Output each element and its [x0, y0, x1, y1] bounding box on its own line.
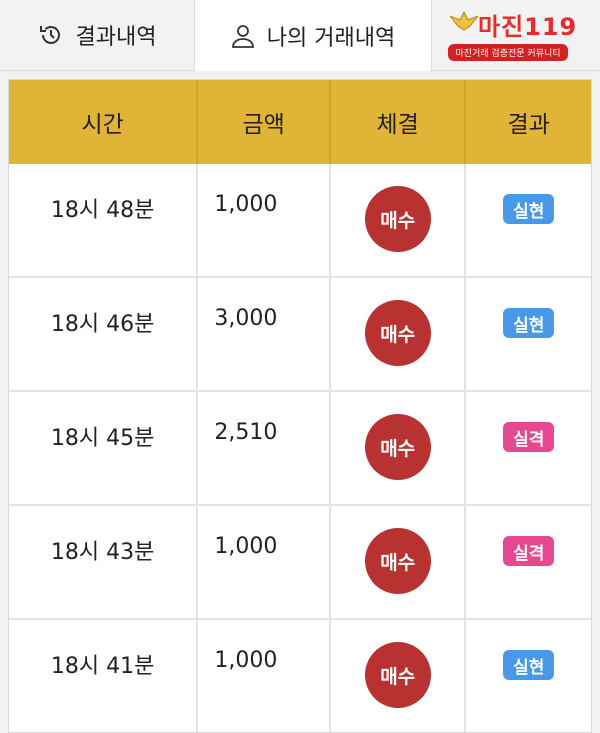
table-row: 18시 45분 2,510 매수 실격	[9, 392, 591, 506]
table-header: 시간 금액 체결 결과	[9, 80, 591, 164]
brand-logo: 마진119 마진거래 검증전문 커뮤니티	[448, 4, 600, 66]
header-time: 시간	[9, 80, 199, 164]
history-icon	[39, 26, 60, 44]
time-cell: 18시 45분	[9, 392, 199, 504]
table-row: 18시 46분 3,000 매수 실현	[9, 278, 591, 392]
table-row: 18시 48분 1,000 매수 실현	[9, 164, 591, 278]
buy-badge: 매수	[364, 528, 431, 594]
amount-cell: 2,510	[198, 392, 331, 504]
result-badge: 실격	[503, 536, 555, 566]
result-badge: 실현	[503, 194, 555, 224]
table-row: 18시 43분 1,000 매수 실격	[9, 506, 591, 620]
user-icon	[231, 24, 254, 48]
time-cell: 18시 46분	[9, 278, 199, 390]
result-badge: 실현	[503, 308, 555, 338]
header-result: 결과	[507, 112, 550, 138]
tab-results[interactable]: 결과내역	[0, 0, 194, 70]
result-badge: 실현	[503, 650, 555, 680]
amount-cell: 1,000	[198, 506, 331, 618]
time-cell: 18시 48분	[9, 164, 199, 276]
amount-cell: 3,000	[198, 278, 331, 390]
header-execution: 체결	[331, 80, 467, 164]
logo-text: 마진119	[478, 13, 578, 41]
result-badge: 실격	[503, 422, 555, 452]
trade-history-table: 시간 금액 체결 결과 18시 48분 1,000 매수 실현 18시 46분 …	[8, 79, 592, 733]
logo-tagline: 마진거래 검증전문 커뮤니티	[448, 44, 568, 61]
buy-badge: 매수	[364, 300, 431, 366]
amount-cell: 1,000	[198, 620, 331, 732]
header-amount: 금액	[198, 80, 331, 164]
tab-my-trades-label: 나의 거래내역	[266, 25, 396, 51]
buy-badge: 매수	[364, 186, 431, 252]
wing-emblem-icon	[450, 10, 478, 31]
time-cell: 18시 43분	[9, 506, 199, 618]
tab-my-trades[interactable]: 나의 거래내역	[194, 0, 432, 71]
table-row: 18시 41분 1,000 매수 실현	[9, 620, 591, 732]
tab-results-label: 결과내역	[75, 25, 157, 50]
buy-badge: 매수	[364, 414, 431, 480]
tab-bar: 결과내역 나의 거래내역 마진119 마진거래 검증전문 커뮤니티	[0, 0, 600, 71]
buy-badge: 매수	[364, 642, 431, 708]
amount-cell: 1,000	[198, 164, 331, 276]
time-cell: 18시 41분	[9, 620, 199, 732]
